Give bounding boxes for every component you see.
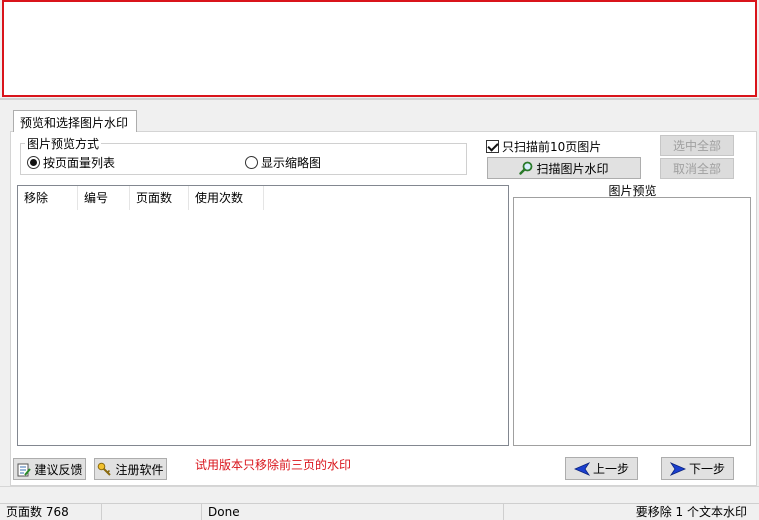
watermark-list[interactable] (17, 185, 509, 446)
status-state: Done (202, 504, 504, 520)
radio-unselected-icon (245, 156, 258, 169)
register-button[interactable]: 注册软件 (94, 458, 167, 480)
column-number[interactable]: 编号 (78, 186, 130, 210)
divider (0, 486, 759, 500)
radio-list-label: 按页面量列表 (43, 156, 116, 170)
cancel-all-button[interactable]: 取消全部 (660, 158, 734, 179)
radio-show-thumbnails[interactable]: 显示缩略图 (245, 154, 321, 171)
feedback-label: 建议反馈 (34, 462, 83, 477)
select-all-button[interactable]: 选中全部 (660, 135, 734, 156)
column-usage-count[interactable]: 使用次数 (189, 186, 264, 210)
register-label: 注册软件 (115, 462, 164, 477)
image-preview-area (513, 197, 751, 446)
next-step-label: 下一步 (688, 462, 725, 476)
column-page-count[interactable]: 页面数 (130, 186, 189, 210)
radio-thumb-label: 显示缩略图 (261, 156, 322, 170)
next-step-button[interactable]: 下一步 (661, 457, 734, 480)
scan-first-pages-checkbox[interactable]: 只扫描前10页图片 (486, 138, 601, 155)
scan-checkbox-label: 只扫描前10页图片 (502, 140, 602, 154)
status-page-count: 页面数 768 (0, 504, 102, 520)
tab-preview-select[interactable]: 预览和选择图片水印 (13, 110, 137, 132)
banner-area (2, 0, 757, 97)
radio-selected-icon (27, 156, 40, 169)
status-spacer (102, 504, 202, 520)
status-summary: 要移除 1 个文本水印 (635, 505, 747, 519)
arrow-right-icon (669, 461, 686, 476)
status-bar: 页面数 768 Done 要移除 1 个文本水印 (0, 503, 759, 520)
radio-list-by-page[interactable]: 按页面量列表 (27, 154, 115, 171)
previous-step-label: 上一步 (592, 462, 629, 476)
key-icon (98, 462, 112, 476)
previous-step-button[interactable]: 上一步 (565, 457, 638, 480)
scan-watermark-button[interactable]: 扫描图片水印 (487, 157, 641, 179)
trial-notice: 试用版本只移除前三页的水印 (195, 458, 352, 472)
scan-button-label: 扫描图片水印 (536, 161, 609, 176)
column-remove[interactable]: 移除 (18, 186, 78, 210)
magnifier-icon (519, 161, 533, 175)
feedback-button[interactable]: 建议反馈 (13, 458, 86, 480)
checkbox-checked-icon (486, 140, 499, 153)
notepad-icon (17, 463, 32, 476)
divider (0, 98, 759, 100)
arrow-left-icon (573, 461, 590, 476)
preview-mode-legend: 图片预览方式 (25, 135, 102, 152)
list-header: 移除 编号 页面数 使用次数 (18, 186, 264, 210)
